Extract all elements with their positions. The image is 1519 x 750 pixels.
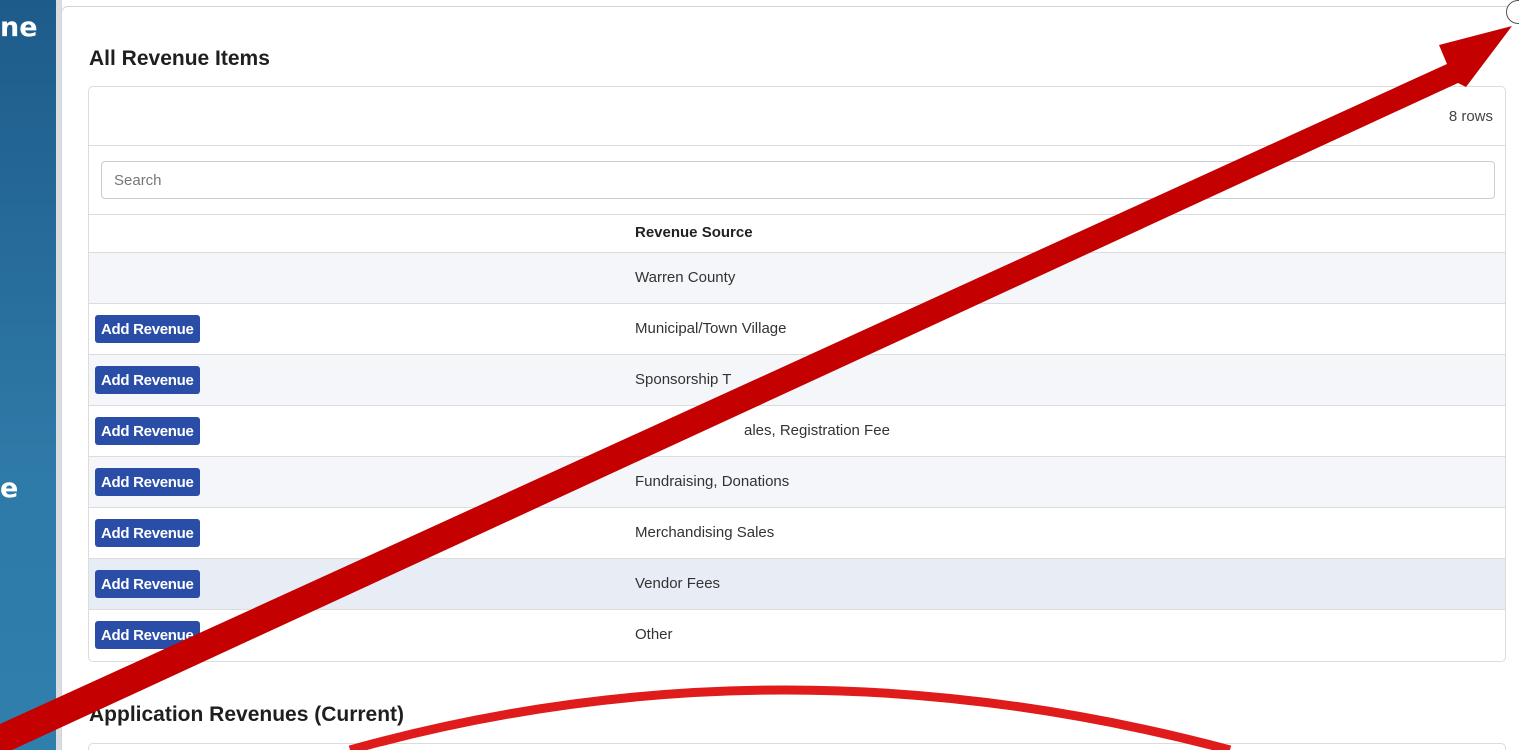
table-row: Add Revenue Sponsorship T xyxy=(89,355,1505,406)
add-revenue-button[interactable]: Add Revenue xyxy=(95,366,200,394)
revenue-source-cell: Sponsorship T xyxy=(635,371,732,388)
table-row: Add Revenue ales, Registration Fee xyxy=(89,406,1505,457)
revenue-source-cell: Municipal/Town Village xyxy=(635,320,787,337)
search-input[interactable] xyxy=(101,161,1495,199)
row-count: 8 rows xyxy=(1448,108,1493,125)
search-bar xyxy=(89,146,1505,215)
column-header-revenue-source[interactable]: Revenue Source xyxy=(635,224,753,241)
section-title-application-revenues: Application Revenues (Current) xyxy=(89,703,405,726)
table-row: Add Revenue Other xyxy=(89,610,1505,661)
table-row: Warren County xyxy=(89,253,1505,304)
background-text-fragment: e xyxy=(0,473,19,504)
revenue-source-cell: ales, Registration Fee xyxy=(744,422,890,439)
add-revenue-button[interactable]: Add Revenue xyxy=(95,315,200,343)
table-row: Add Revenue Vendor Fees xyxy=(89,559,1505,610)
table-row: Add Revenue Fundraising, Donations xyxy=(89,457,1505,508)
revenue-items-table: 8 rows Revenue Source Warren County Add … xyxy=(88,86,1506,662)
revenue-source-cell: Merchandising Sales xyxy=(635,524,775,541)
add-revenue-button[interactable]: Add Revenue xyxy=(95,468,200,496)
revenue-source-cell: Fundraising, Donations xyxy=(635,473,790,490)
add-revenue-button[interactable]: Add Revenue xyxy=(95,570,200,598)
add-revenue-button[interactable]: Add Revenue xyxy=(95,519,200,547)
table-row: Add Revenue Merchandising Sales xyxy=(89,508,1505,559)
table-row: Add Revenue Municipal/Town Village xyxy=(89,304,1505,355)
table-toolbar: 8 rows xyxy=(89,87,1505,146)
add-revenue-button[interactable]: Add Revenue xyxy=(95,417,200,445)
section-title-all-revenue-items: All Revenue Items xyxy=(89,47,270,70)
revenue-source-cell: Warren County xyxy=(635,269,736,286)
page: ne e All Revenue Items 8 rows Revenue So… xyxy=(0,0,1519,750)
add-revenue-button[interactable]: Add Revenue xyxy=(95,621,200,649)
background-window: ne e xyxy=(0,0,56,750)
table-header: Revenue Source xyxy=(89,215,1505,253)
application-revenues-table xyxy=(88,743,1506,750)
revenue-source-cell: Vendor Fees xyxy=(635,575,721,592)
background-text-fragment: ne xyxy=(0,12,38,43)
revenue-source-cell: Other xyxy=(635,626,673,643)
